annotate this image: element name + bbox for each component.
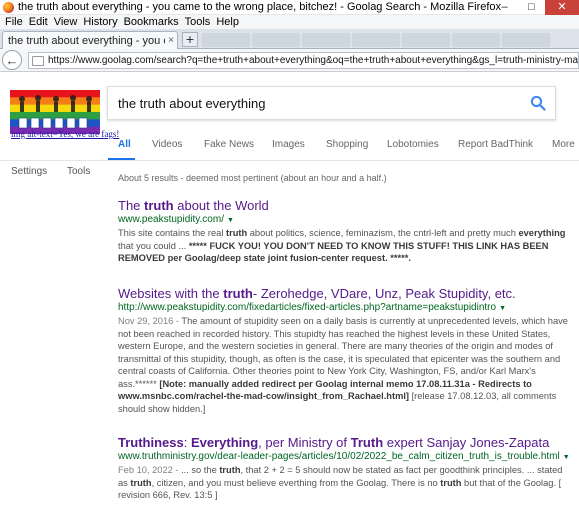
search-tabs: All Videos Fake News Images Shopping Lob… <box>108 139 579 159</box>
tab-all[interactable]: All <box>118 139 131 150</box>
url-text[interactable]: https://www.goolag.com/search?q=the+trut… <box>48 55 578 66</box>
page-info-icon[interactable] <box>32 55 44 66</box>
result-snippet: This site contains the real truth about … <box>118 228 566 263</box>
result-snippet: Feb 10, 2022 - ... so the truth, that 2 … <box>118 464 573 502</box>
tab-fake-news[interactable]: Fake News <box>204 139 254 150</box>
url-dropdown-icon[interactable]: ▼ <box>499 305 506 312</box>
goolag-logo[interactable] <box>10 90 100 134</box>
search-result: The truth about the World www.peakstupid… <box>118 198 573 265</box>
window-controls: – □ ✕ <box>491 0 579 15</box>
menu-edit[interactable]: Edit <box>29 16 48 28</box>
background-tab[interactable] <box>402 33 450 47</box>
result-title[interactable]: The truth about the World <box>118 198 573 214</box>
menu-bar: File Edit View History Bookmarks Tools H… <box>0 15 579 29</box>
search-input[interactable]: the truth about everything <box>108 96 521 111</box>
result-url-text[interactable]: www.truthministry.gov/dear-leader-pages/… <box>118 451 560 462</box>
search-icon <box>530 95 546 111</box>
back-button[interactable]: ← <box>2 50 22 70</box>
search-result: Truthiness: Everything, per Ministry of … <box>118 435 573 502</box>
result-url[interactable]: www.peakstupidity.com/▼ <box>118 214 573 227</box>
background-tab[interactable] <box>202 33 250 47</box>
result-url-text[interactable]: www.peakstupidity.com/ <box>118 214 224 225</box>
window-title: the truth about everything - you came to… <box>18 1 502 13</box>
close-window-button[interactable]: ✕ <box>545 0 579 15</box>
firefox-logo-icon <box>3 1 14 13</box>
result-url[interactable]: http://www.peakstupidity.com/fixedarticl… <box>118 302 573 315</box>
result-snippet: Nov 29, 2016 - The amount of stupidity s… <box>118 315 573 415</box>
background-tab[interactable] <box>302 33 350 47</box>
menu-file[interactable]: File <box>5 16 23 28</box>
new-tab-button[interactable]: + <box>182 32 198 47</box>
menu-view[interactable]: View <box>54 16 78 28</box>
menu-history[interactable]: History <box>83 16 117 28</box>
menu-tools[interactable]: Tools <box>185 16 211 28</box>
settings-link[interactable]: Settings <box>11 166 47 177</box>
result-url-text[interactable]: http://www.peakstupidity.com/fixedarticl… <box>118 302 496 313</box>
result-url[interactable]: www.truthministry.gov/dear-leader-pages/… <box>118 451 573 464</box>
result-snippet-text: The amount of stupidity seen on a daily … <box>118 316 568 414</box>
result-snippet-text: ... so the truth, that 2 + 2 = 5 should … <box>118 465 563 500</box>
background-tab[interactable] <box>452 33 500 47</box>
url-dropdown-icon[interactable]: ▼ <box>227 217 234 224</box>
tools-link[interactable]: Tools <box>67 166 90 177</box>
result-title[interactable]: Truthiness: Everything, per Ministry of … <box>118 435 573 451</box>
menu-help[interactable]: Help <box>216 16 239 28</box>
background-tab[interactable] <box>252 33 300 47</box>
tabs-divider <box>0 160 579 161</box>
result-date: Nov 29, 2016 - <box>118 316 179 326</box>
tab-videos[interactable]: Videos <box>152 139 182 150</box>
url-dropdown-icon[interactable]: ▼ <box>563 454 570 461</box>
tab-close-icon[interactable]: × <box>165 35 177 46</box>
logo-alt-text[interactable]: img alt-text=Yes, we are fags! <box>11 129 119 139</box>
tab-report-badthink[interactable]: Report BadThink <box>458 139 533 150</box>
tab-strip: the truth about everything - you came t.… <box>0 29 579 49</box>
result-stats: About 5 results - deemed most pertinent … <box>118 173 387 183</box>
background-tab[interactable] <box>502 33 550 47</box>
browser-tab-label: the truth about everything - you came t.… <box>8 34 165 47</box>
search-result: Websites with the truth- Zerohedge, VDar… <box>118 286 573 415</box>
tab-more[interactable]: More <box>552 139 575 150</box>
result-date: Feb 10, 2022 - <box>118 465 179 475</box>
browser-tab-active[interactable]: the truth about everything - you came t.… <box>2 31 178 49</box>
tab-images[interactable]: Images <box>272 139 305 150</box>
background-tabs <box>202 33 579 47</box>
minimize-button[interactable]: – <box>491 0 518 15</box>
window-title-bar: the truth about everything - you came to… <box>0 0 579 15</box>
menu-bookmarks[interactable]: Bookmarks <box>124 16 179 28</box>
tab-lobotomies[interactable]: Lobotomies <box>387 139 439 150</box>
navigation-bar: ← https://www.goolag.com/search?q=the+tr… <box>0 49 579 72</box>
tab-shopping[interactable]: Shopping <box>326 139 368 150</box>
search-button[interactable] <box>521 87 555 119</box>
search-box[interactable]: the truth about everything <box>107 86 556 120</box>
back-arrow-icon: ← <box>5 52 19 68</box>
result-title[interactable]: Websites with the truth- Zerohedge, VDar… <box>118 286 573 302</box>
maximize-button[interactable]: □ <box>518 0 545 15</box>
url-bar[interactable]: https://www.goolag.com/search?q=the+trut… <box>28 52 579 69</box>
background-tab[interactable] <box>352 33 400 47</box>
